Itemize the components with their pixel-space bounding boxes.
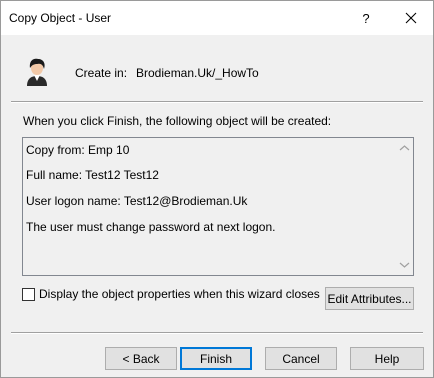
title-bar: Copy Object - User ? [1, 1, 433, 35]
help-icon: ? [362, 10, 370, 26]
help-button[interactable]: Help [350, 347, 424, 370]
finish-button[interactable]: Finish [180, 347, 252, 370]
summary-scrollbar[interactable] [396, 138, 413, 275]
summary-password-note: The user must change password at next lo… [26, 220, 276, 234]
edit-attributes-button[interactable]: Edit Attributes... [325, 287, 414, 310]
display-properties-label: Display the object properties when this … [39, 287, 320, 301]
summary-full-name: Full name: Test12 Test12 [26, 168, 159, 182]
cancel-button[interactable]: Cancel [265, 347, 337, 370]
chevron-down-icon[interactable] [399, 259, 410, 270]
user-icon [27, 58, 47, 86]
close-button[interactable] [389, 2, 433, 34]
copy-object-dialog: Copy Object - User ? Create in: Brodiema… [0, 0, 434, 378]
intro-text: When you click Finish, the following obj… [23, 114, 332, 128]
window-title: Copy Object - User [9, 11, 112, 25]
summary-copy-from: Copy from: Emp 10 [26, 143, 130, 157]
display-properties-checkbox[interactable] [22, 287, 35, 301]
title-help-button[interactable]: ? [346, 2, 386, 34]
chevron-up-icon[interactable] [399, 143, 410, 154]
footer-divider [11, 332, 423, 334]
create-in-path: Brodieman.Uk/_HowTo [136, 66, 259, 80]
close-icon [405, 12, 417, 24]
back-button[interactable]: < Back [105, 347, 177, 370]
header-divider [11, 101, 423, 103]
display-properties-option[interactable]: Display the object properties when this … [22, 287, 320, 301]
summary-logon-name: User logon name: Test12@Brodieman.Uk [26, 194, 248, 208]
create-in-label: Create in: [75, 66, 128, 80]
summary-textbox[interactable]: Copy from: Emp 10 Full name: Test12 Test… [22, 137, 414, 276]
